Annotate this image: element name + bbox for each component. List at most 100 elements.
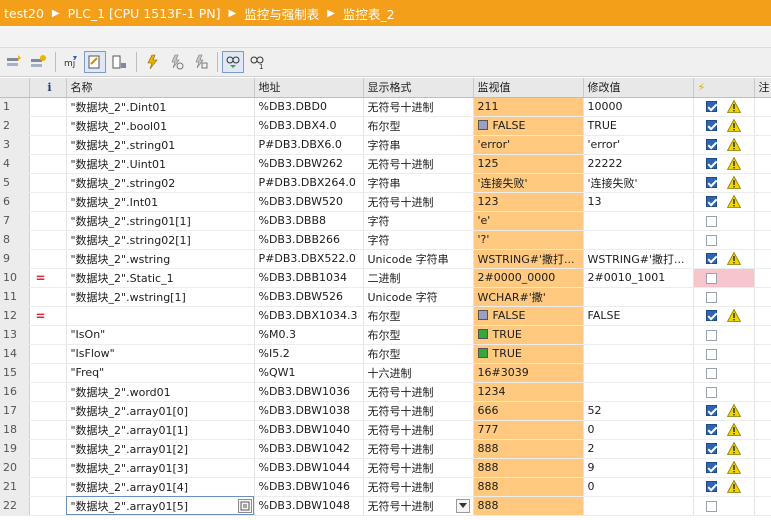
name-cell[interactable]: "数据块_2".array01[2] <box>66 439 255 459</box>
modify-value-cell[interactable]: 9 <box>583 458 694 478</box>
table-row[interactable]: 3 "数据块_2".string01 P#DB3.DBX6.0 字符串 'error' '… <box>0 135 771 155</box>
format-cell[interactable]: 布尔型 <box>363 325 474 345</box>
modify-select-cell[interactable] <box>693 154 755 174</box>
table-row[interactable]: 13 "IsOn" %M0.3 布尔型 TRUE <box>0 325 771 345</box>
address-cell[interactable]: P#DB3.DBX264.0 <box>254 173 364 193</box>
table-row[interactable]: 21 "数据块_2".array01[4] %DB3.DBW1046 无符号十进制 88… <box>0 477 771 497</box>
modify-value-cell[interactable]: FALSE <box>583 306 694 326</box>
table-row[interactable]: 7 "数据块_2".string01[1] %DB3.DBB8 字符 'e' <box>0 211 771 231</box>
name-cell[interactable]: "数据块_2".string02[1] <box>66 230 255 250</box>
address-cell[interactable]: %M0.3 <box>254 325 364 345</box>
modify-checkbox[interactable] <box>705 234 717 246</box>
name-cell[interactable]: "数据块_2".string02 <box>66 173 255 193</box>
row-number[interactable]: 3 <box>0 135 30 155</box>
row-number[interactable]: 6 <box>0 192 30 212</box>
enable-peripheral-icon[interactable] <box>189 51 211 73</box>
address-cell[interactable]: %DB3.DBW1038 <box>254 401 364 421</box>
row-number[interactable]: 12 <box>0 306 30 326</box>
row-number[interactable]: 1 <box>0 97 30 117</box>
format-cell[interactable]: 二进制 <box>363 268 474 288</box>
comment-cell[interactable] <box>754 154 771 174</box>
col-header-name[interactable]: 名称 <box>66 78 255 98</box>
modify-value-cell[interactable] <box>583 382 694 402</box>
row-number[interactable]: 15 <box>0 363 30 383</box>
table-row[interactable]: 17 "数据块_2".array01[0] %DB3.DBW1038 无符号十进制 66… <box>0 401 771 421</box>
tag-browse-icon[interactable] <box>237 498 252 513</box>
name-cell[interactable]: "数据块_2".bool01 <box>66 116 255 136</box>
modify-select-cell[interactable] <box>693 230 755 250</box>
modify-value-cell[interactable]: 0 <box>583 420 694 440</box>
name-cell[interactable]: "IsFlow" <box>66 344 255 364</box>
insert-row-icon[interactable] <box>3 51 25 73</box>
modify-select-cell[interactable] <box>693 211 755 231</box>
name-cell[interactable]: "数据块_2".array01[5] <box>66 496 255 516</box>
name-cell[interactable]: "数据块_2".Dint01 <box>66 97 255 117</box>
name-cell[interactable]: "IsOn" <box>66 325 255 345</box>
format-cell[interactable]: 布尔型 <box>363 306 474 326</box>
comment-cell[interactable] <box>754 439 771 459</box>
comment-cell[interactable] <box>754 496 771 516</box>
comment-cell[interactable] <box>754 306 771 326</box>
comment-cell[interactable] <box>754 192 771 212</box>
format-cell[interactable]: 无符号十进制 <box>363 458 474 478</box>
modify-value-cell[interactable]: '连接失败' <box>583 173 694 193</box>
name-cell[interactable]: "数据块_2".Uint01 <box>66 154 255 174</box>
modify-select-cell[interactable] <box>693 192 755 212</box>
modify-checkbox[interactable] <box>705 405 717 417</box>
name-cell[interactable]: "数据块_2".array01[0] <box>66 401 255 421</box>
modify-value-cell[interactable]: 22222 <box>583 154 694 174</box>
modify-value-cell[interactable] <box>583 496 694 516</box>
monitor-once-icon[interactable]: 1 <box>246 51 268 73</box>
format-cell[interactable]: Unicode 字符 <box>363 287 474 307</box>
row-number[interactable]: 8 <box>0 230 30 250</box>
modify-select-cell[interactable] <box>693 439 755 459</box>
name-cell[interactable]: "数据块_2".array01[1] <box>66 420 255 440</box>
breadcrumb-device[interactable]: PLC_1 [CPU 1513F-1 PN] <box>68 6 221 21</box>
modify-checkbox[interactable] <box>705 158 717 170</box>
modify-checkbox[interactable] <box>705 291 717 303</box>
monitor-all-icon[interactable] <box>222 51 244 73</box>
col-header-address[interactable]: 地址 <box>254 78 364 98</box>
format-cell[interactable]: 无符号十进制 <box>363 420 474 440</box>
table-row[interactable]: 2 "数据块_2".bool01 %DB3.DBX4.0 布尔型 FALSE TRUE <box>0 116 771 136</box>
format-cell[interactable]: 无符号十进制 <box>363 192 474 212</box>
table-row[interactable]: 10 = "数据块_2".Static_1 %DB3.DBB1034 二进制 2#0000… <box>0 268 771 288</box>
modify-select-cell[interactable] <box>693 344 755 364</box>
modify-checkbox[interactable] <box>705 462 717 474</box>
name-cell[interactable]: "数据块_2".wstring <box>66 249 255 269</box>
comment-cell[interactable] <box>754 420 771 440</box>
comment-cell[interactable] <box>754 97 771 117</box>
comment-cell[interactable] <box>754 458 771 478</box>
modify-checkbox[interactable] <box>705 424 717 436</box>
format-cell[interactable]: 字符串 <box>363 173 474 193</box>
comment-cell[interactable] <box>754 268 771 288</box>
comment-cell[interactable] <box>754 230 771 250</box>
format-cell[interactable]: Unicode 字符串 <box>363 249 474 269</box>
name-cell[interactable]: "数据块_2".Static_1 <box>66 268 255 288</box>
comment-cell[interactable] <box>754 401 771 421</box>
format-cell[interactable]: 无符号十进制 <box>363 97 474 117</box>
modify-value-cell[interactable]: 2 <box>583 439 694 459</box>
address-cell[interactable]: %QW1 <box>254 363 364 383</box>
modify-select-cell[interactable] <box>693 420 755 440</box>
address-cell[interactable]: %DB3.DBD0 <box>254 97 364 117</box>
format-cell[interactable]: 字符串 <box>363 135 474 155</box>
address-cell[interactable]: %DB3.DBW1042 <box>254 439 364 459</box>
comment-cell[interactable] <box>754 344 771 364</box>
row-number[interactable]: 22 <box>0 496 30 516</box>
col-header-format[interactable]: 显示格式 <box>363 78 474 98</box>
table-row[interactable]: 15 "Freq" %QW1 十六进制 16#3039 <box>0 363 771 383</box>
modify-value-cell[interactable]: 0 <box>583 477 694 497</box>
modify-checkbox[interactable] <box>705 253 717 265</box>
modify-select-cell[interactable] <box>693 306 755 326</box>
modify-value-cell[interactable]: 52 <box>583 401 694 421</box>
add-row-icon[interactable] <box>27 51 49 73</box>
address-cell[interactable]: %DB3.DBB266 <box>254 230 364 250</box>
address-cell[interactable]: P#DB3.DBX6.0 <box>254 135 364 155</box>
modify-select-cell[interactable] <box>693 401 755 421</box>
col-header-trigger[interactable]: ⚡ <box>693 78 755 98</box>
table-row[interactable]: 9 "数据块_2".wstring P#DB3.DBX522.0 Unicode 字符… <box>0 249 771 269</box>
name-cell[interactable]: "数据块_2".wstring[1] <box>66 287 255 307</box>
breadcrumb-table[interactable]: 监控表_2 <box>343 4 395 23</box>
row-number[interactable]: 21 <box>0 477 30 497</box>
